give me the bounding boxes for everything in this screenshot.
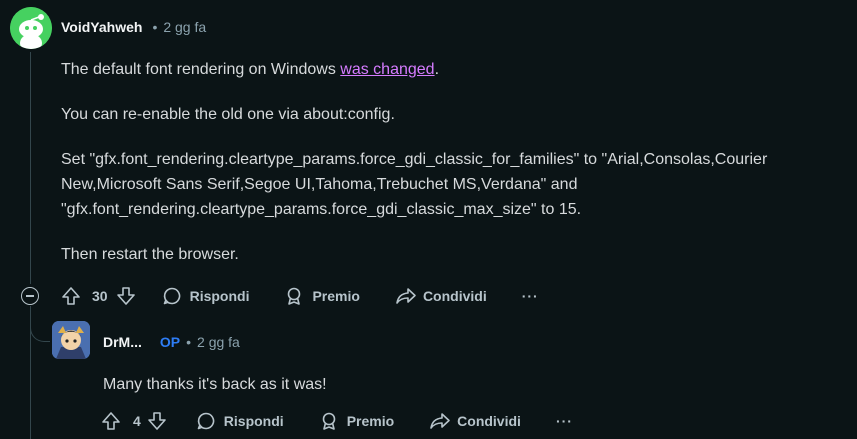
reply-vote-count: 4 <box>133 413 141 429</box>
collapse-icon[interactable] <box>21 287 39 305</box>
reply-actions: 4 Rispondi Premio Condividi ··· <box>101 410 573 432</box>
more-icon[interactable]: ··· <box>556 413 573 429</box>
reply-body: Many thanks it's back as it was! <box>103 376 327 393</box>
award-icon <box>322 412 335 430</box>
award-icon <box>288 287 301 305</box>
paragraph-1-text: The default font rendering on Windows <box>61 61 341 78</box>
comment-body: The default font rendering on Windows wa… <box>61 57 851 267</box>
comment-header: VoidYahweh • 2 gg fa <box>61 19 206 35</box>
award-button[interactable]: Premio <box>284 286 360 306</box>
share-icon <box>430 413 450 429</box>
share-button[interactable]: Condividi <box>395 286 487 306</box>
reply-reply-label: Rispondi <box>223 413 284 429</box>
reply-upvote-button[interactable] <box>101 411 121 431</box>
reply-timestamp[interactable]: 2 gg fa <box>197 334 240 350</box>
upvote-icon <box>62 287 80 305</box>
paragraph-4: Then restart the browser. <box>61 246 239 263</box>
reply-label: Rispondi <box>189 288 250 304</box>
meta-separator: • <box>152 19 158 35</box>
more-icon[interactable]: ··· <box>522 288 539 304</box>
reply-share-label: Condividi <box>457 413 521 429</box>
reply-author-name[interactable]: DrM... <box>103 334 142 350</box>
upvote-icon <box>102 412 120 430</box>
paragraph-1: The default font rendering on Windows wa… <box>61 57 851 82</box>
paragraph-2: You can re-enable the old one via about:… <box>61 106 395 123</box>
paragraph-1-end: . <box>434 61 440 78</box>
timestamp[interactable]: 2 gg fa <box>163 19 206 35</box>
paragraph-3-line-3: "gfx.font_rendering.cleartype_params.for… <box>61 201 582 218</box>
comment-icon <box>197 412 215 430</box>
reply-button[interactable]: Rispondi <box>162 286 250 306</box>
downvote-button[interactable] <box>116 286 136 306</box>
downvote-icon <box>147 412 166 430</box>
share-label: Condividi <box>422 288 487 304</box>
reply-meta-separator: • <box>186 334 192 350</box>
reply-award-button[interactable]: Premio <box>319 411 394 431</box>
op-badge: OP <box>159 334 181 350</box>
reply-award-label: Premio <box>346 413 395 429</box>
reply-share-button[interactable]: Condividi <box>429 411 521 431</box>
upvote-button[interactable] <box>61 286 81 306</box>
reply-avatar[interactable] <box>52 321 90 359</box>
reply-downvote-button[interactable] <box>147 411 167 431</box>
share-icon <box>396 288 416 304</box>
reply-connector <box>30 306 50 342</box>
reply-reply-button[interactable]: Rispondi <box>196 411 284 431</box>
thread-line-main <box>30 52 31 284</box>
paragraph-3-line-1: Set "gfx.font_rendering.cleartype_params… <box>61 151 768 168</box>
comment-actions: 30 Rispondi Premio Condividi ··· <box>61 285 539 307</box>
award-label: Premio <box>312 288 360 304</box>
paragraph-3: Set "gfx.font_rendering.cleartype_params… <box>61 147 851 222</box>
reply-header: DrM... OP • 2 gg fa <box>103 334 240 350</box>
author-name[interactable]: VoidYahweh <box>61 19 142 35</box>
paragraph-3-line-2: New,Microsoft Sans Serif,Segoe UI,Tahoma… <box>61 176 578 193</box>
downvote-icon <box>116 287 135 305</box>
comment-icon <box>163 287 180 305</box>
vote-count: 30 <box>92 288 108 304</box>
was-changed-link[interactable]: was changed <box>340 61 434 78</box>
user-avatar[interactable] <box>10 7 52 49</box>
